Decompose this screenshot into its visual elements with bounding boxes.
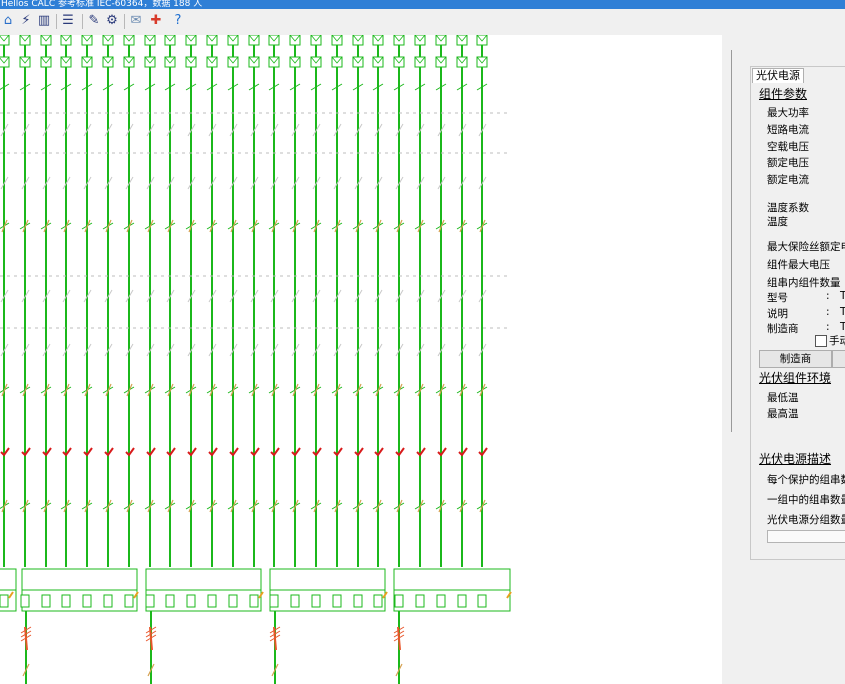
label-source-groups: 光伏电源分组数量 xyxy=(767,514,845,526)
toolbar-separator xyxy=(56,14,57,29)
section-module-params: 组件参数 xyxy=(759,87,808,101)
string-fuse xyxy=(436,594,446,608)
string-fuse xyxy=(457,594,467,608)
string-fuse xyxy=(477,594,487,608)
label-rated-current: 额定电流 xyxy=(767,174,809,186)
manual-checkbox[interactable] xyxy=(815,335,827,347)
string-fuse xyxy=(207,594,217,608)
string-fuse xyxy=(311,594,321,608)
lifebuoy-icon[interactable]: ✚ xyxy=(148,13,164,29)
secondary-button[interactable] xyxy=(832,350,845,368)
colon: : xyxy=(826,290,830,302)
manufacturer-button[interactable]: 制造商 xyxy=(759,350,832,368)
string-fuse xyxy=(0,594,9,608)
label-max-temp: 最高温 xyxy=(767,408,799,420)
wrench-icon[interactable]: ✎ xyxy=(86,13,102,29)
lightning-icon[interactable]: ⚡ xyxy=(18,13,34,29)
label-description: 说明 xyxy=(767,308,788,320)
label-min-temp: 最低温 xyxy=(767,392,799,404)
string-fuse xyxy=(249,594,259,608)
string-fuse xyxy=(269,594,279,608)
database-icon[interactable]: ☰ xyxy=(60,13,76,29)
help-icon[interactable]: ? xyxy=(170,13,186,29)
string-fuse xyxy=(20,594,30,608)
fuse-indicator xyxy=(8,591,14,599)
bar-chart-icon[interactable]: ▥ xyxy=(36,13,52,29)
label-max-fuse-rating: 最大保险丝额定电 xyxy=(767,241,845,253)
value-description: T xyxy=(840,306,845,318)
pv-string-diagram xyxy=(0,35,512,684)
string-fuse xyxy=(145,594,155,608)
label-short-circuit-current: 短路电流 xyxy=(767,124,809,136)
toolbar-separator xyxy=(124,14,125,29)
string-fuse xyxy=(41,594,51,608)
splitter[interactable] xyxy=(731,50,732,432)
string-fuse xyxy=(394,594,404,608)
string-fuse xyxy=(290,594,300,608)
label-strings-per-group: 一组中的组串数量 xyxy=(767,494,845,506)
value-model: T xyxy=(840,290,845,302)
string-fuse xyxy=(103,594,113,608)
string-fuse xyxy=(373,594,383,608)
label-temp-coefficient: 温度系数 xyxy=(767,202,809,214)
report-icon[interactable]: ✉ xyxy=(128,13,144,29)
string-fuse xyxy=(165,594,175,608)
section-environment: 光伏组件环境 xyxy=(759,371,832,385)
label-manufacturer: 制造商 xyxy=(767,323,799,335)
gear-icon[interactable]: ⚙ xyxy=(104,13,120,29)
label-model: 型号 xyxy=(767,292,788,304)
string-fuse xyxy=(82,594,92,608)
string-fuse xyxy=(186,594,196,608)
tab-pv-source[interactable]: 光伏电源 xyxy=(752,68,804,83)
colon: : xyxy=(826,306,830,318)
toolbar: ⌂ ⚡ ▥ ☰ ✎ ⚙ ✉ ✚? xyxy=(0,9,845,35)
horizontal-scrollbar[interactable] xyxy=(767,530,845,543)
value-manufacturer: T xyxy=(840,321,845,333)
label-temperature: 温度 xyxy=(767,216,788,228)
string-fuse xyxy=(61,594,71,608)
label-module-max-voltage: 组件最大电压 xyxy=(767,259,830,271)
manual-checkbox-label: 手动 xyxy=(829,335,845,347)
string-fuse xyxy=(353,594,363,608)
diagram-canvas[interactable] xyxy=(0,35,722,684)
label-modules-per-string: 组串内组件数量 xyxy=(767,277,841,289)
toolbar-separator xyxy=(82,14,83,29)
label-strings-per-protection: 每个保护的组串数 xyxy=(767,474,845,486)
colon: : xyxy=(826,321,830,333)
section-source-description: 光伏电源描述 xyxy=(759,452,832,466)
string-fuse xyxy=(415,594,425,608)
string-fuse xyxy=(332,594,342,608)
label-max-power: 最大功率 xyxy=(767,107,809,119)
home-icon[interactable]: ⌂ xyxy=(0,13,16,29)
string-fuse xyxy=(228,594,238,608)
label-open-circuit-voltage: 空载电压 xyxy=(767,141,809,153)
title-bar: Hellos CALC 参考标准 IEC-60364，数据 188 人 xyxy=(0,0,845,9)
string-fuse xyxy=(124,594,134,608)
window-title: Hellos CALC 参考标准 IEC-60364，数据 188 人 xyxy=(1,0,203,9)
label-rated-voltage: 额定电压 xyxy=(767,157,809,169)
